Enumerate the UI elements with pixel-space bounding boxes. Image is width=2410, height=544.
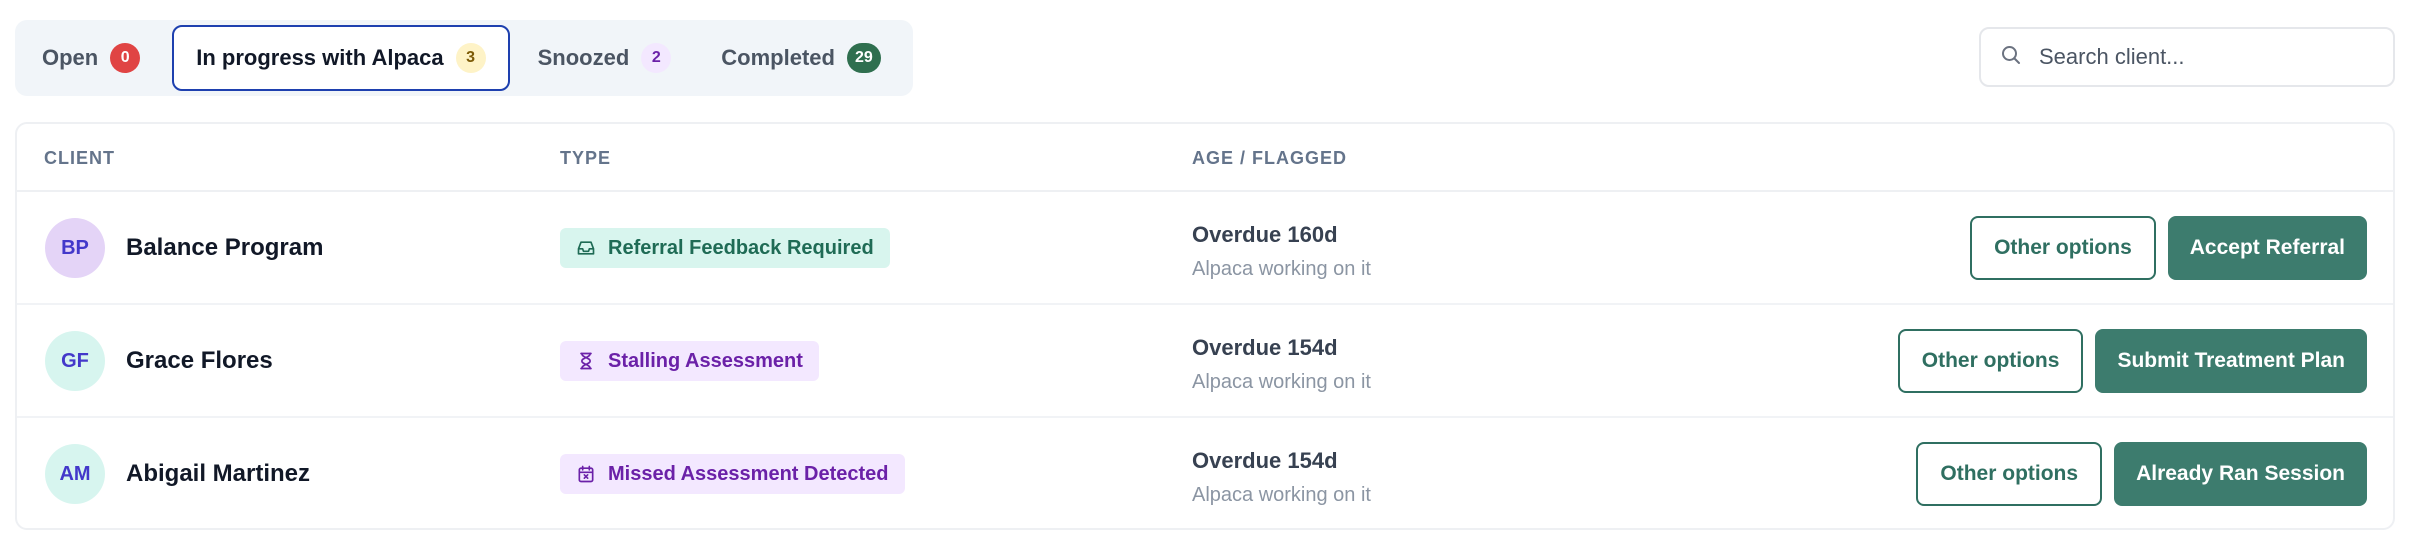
submit-treatment-plan-button[interactable]: Submit Treatment Plan	[2095, 329, 2367, 393]
age-overdue: Overdue 160d	[1192, 222, 1338, 247]
avatar: GF	[45, 331, 105, 391]
client-table: CLIENT TYPE AGE / FLAGGED BP Balance Pro…	[15, 122, 2395, 530]
table-row[interactable]: AM Abigail Martinez Missed Assessment De…	[17, 418, 2393, 528]
age-overdue: Overdue 154d	[1192, 335, 1338, 360]
client-name[interactable]: Grace Flores	[126, 347, 273, 375]
search-input[interactable]	[2039, 44, 2369, 70]
type-badge: Stalling Assessment	[560, 341, 819, 381]
client-name[interactable]: Abigail Martinez	[126, 460, 310, 488]
tab-open-label: Open	[42, 45, 99, 70]
row-actions: Other options Submit Treatment Plan	[1897, 329, 2367, 393]
tab-in-progress-label: In progress with Alpaca	[196, 45, 444, 70]
flagged-status: Alpaca working on it	[1192, 371, 1371, 393]
tab-open[interactable]: Open 0	[21, 25, 162, 91]
calendar-x-icon	[578, 465, 594, 483]
already-ran-session-button[interactable]: Already Ran Session	[2114, 442, 2367, 506]
flagged-status: Alpaca working on it	[1192, 484, 1371, 506]
tab-completed[interactable]: Completed 29	[699, 25, 902, 91]
type-badge: Missed Assessment Detected	[560, 454, 905, 494]
flagged-status: Alpaca working on it	[1192, 258, 1371, 280]
tab-snoozed-count-badge: 2	[641, 43, 672, 73]
row-actions: Other options Already Ran Session	[1916, 442, 2367, 506]
accept-referral-button[interactable]: Accept Referral	[2167, 216, 2367, 280]
tab-in-progress-count-badge: 3	[455, 43, 486, 73]
column-header-age: AGE / FLAGGED	[1192, 148, 1348, 168]
type-label: Stalling Assessment	[608, 349, 803, 372]
table-row[interactable]: GF Grace Flores Stalling Assessment Over…	[17, 305, 2393, 418]
status-tabs: Open 0 In progress with Alpaca 3 Snoozed…	[15, 20, 913, 96]
tab-completed-label: Completed	[721, 45, 835, 70]
other-options-button[interactable]: Other options	[1897, 329, 2084, 393]
age-overdue: Overdue 154d	[1192, 448, 1338, 473]
column-header-type: TYPE	[560, 148, 612, 168]
type-badge: Referral Feedback Required	[560, 228, 890, 268]
search-icon	[1999, 43, 2023, 72]
table-row[interactable]: BP Balance Program Referral Feedback Req…	[17, 192, 2393, 305]
inbox-icon	[577, 241, 595, 255]
table-header: CLIENT TYPE AGE / FLAGGED	[17, 124, 2393, 192]
other-options-button[interactable]: Other options	[1970, 216, 2156, 280]
type-label: Referral Feedback Required	[608, 236, 874, 259]
client-name[interactable]: Balance Program	[126, 234, 323, 262]
tab-in-progress[interactable]: In progress with Alpaca 3	[172, 25, 510, 91]
tab-snoozed-label: Snoozed	[537, 45, 630, 70]
tab-completed-count-badge: 29	[846, 43, 881, 73]
column-header-client: CLIENT	[44, 148, 115, 168]
row-actions: Other options Accept Referral	[1970, 216, 2367, 280]
hourglass-icon	[580, 352, 592, 370]
other-options-button[interactable]: Other options	[1916, 442, 2103, 506]
tab-snoozed[interactable]: Snoozed 2	[516, 25, 694, 91]
tab-open-count-badge: 0	[110, 43, 141, 73]
avatar: AM	[45, 444, 105, 504]
avatar: BP	[45, 218, 105, 278]
search-box[interactable]	[1979, 27, 2395, 87]
type-label: Missed Assessment Detected	[608, 462, 889, 485]
